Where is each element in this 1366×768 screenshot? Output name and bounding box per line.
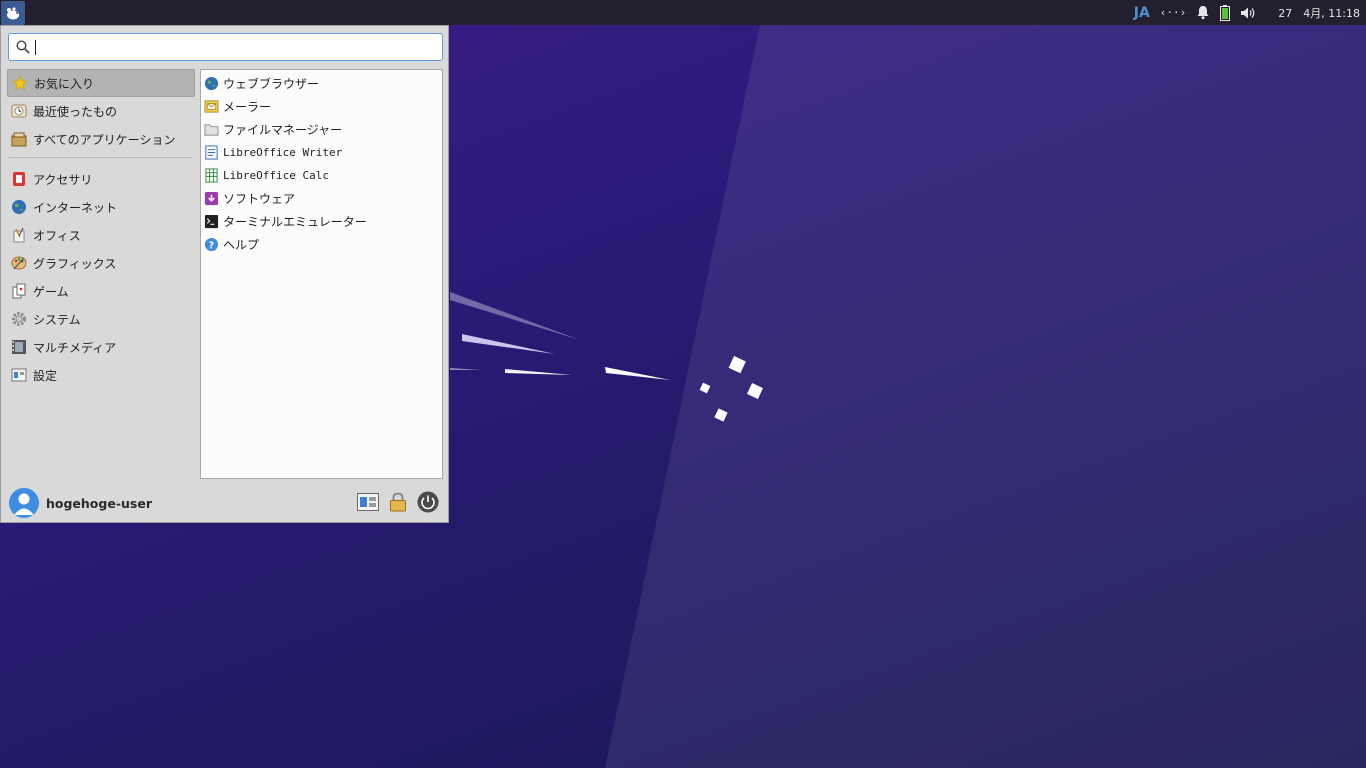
writer-document-icon bbox=[204, 145, 219, 160]
power-icon bbox=[417, 491, 439, 513]
favorites-star-icon bbox=[12, 75, 28, 91]
app-web-browser[interactable]: ウェブブラウザー bbox=[201, 72, 442, 95]
recent-clock-icon bbox=[11, 103, 27, 119]
username-label: hogehoge-user bbox=[46, 495, 152, 511]
app-label: LibreOffice Writer bbox=[223, 146, 343, 159]
category-label: システム bbox=[33, 312, 81, 327]
app-label: ソフトウェア bbox=[223, 192, 296, 206]
category-system[interactable]: システム bbox=[7, 305, 195, 333]
category-internet[interactable]: インターネット bbox=[7, 193, 195, 221]
settings-manager-icon bbox=[357, 493, 379, 511]
settings-icon bbox=[11, 367, 27, 383]
search-input[interactable] bbox=[36, 36, 442, 58]
language-label: JA bbox=[1133, 4, 1150, 21]
menu-footer: hogehoge-user bbox=[1, 484, 448, 522]
system-gear-icon bbox=[11, 311, 27, 327]
multimedia-icon bbox=[11, 339, 27, 355]
network-icon: ‹··› bbox=[1159, 6, 1187, 19]
graphics-palette-icon bbox=[11, 255, 27, 271]
category-label: マルチメディア bbox=[33, 340, 117, 355]
volume-control[interactable] bbox=[1240, 6, 1256, 20]
category-label: オフィス bbox=[33, 228, 81, 243]
calc-spreadsheet-icon bbox=[204, 168, 219, 183]
application-list: ウェブブラウザー メーラー ファイルマネージャー LibreOffice Wri… bbox=[200, 69, 443, 479]
category-favorites[interactable]: お気に入り bbox=[7, 69, 195, 97]
all-apps-icon bbox=[11, 131, 27, 147]
category-label: お気に入り bbox=[34, 76, 95, 91]
category-multimedia[interactable]: マルチメディア bbox=[7, 333, 195, 361]
app-label: ヘルプ bbox=[223, 238, 260, 252]
category-label: グラフィックス bbox=[33, 256, 117, 271]
network-indicator[interactable]: ‹··› bbox=[1160, 6, 1187, 19]
system-tray: JA ‹··› 27 4月, 11:18 bbox=[1124, 0, 1366, 25]
terminal-icon bbox=[204, 214, 219, 229]
mail-icon bbox=[204, 99, 219, 114]
category-label: すべてのアプリケーション bbox=[33, 132, 176, 147]
battery-indicator[interactable] bbox=[1220, 4, 1231, 21]
app-mailer[interactable]: メーラー bbox=[201, 95, 442, 118]
category-accessories[interactable]: アクセサリ bbox=[7, 165, 195, 193]
category-label: ゲーム bbox=[33, 284, 69, 299]
app-terminal-emulator[interactable]: ターミナルエミュレーター bbox=[201, 210, 442, 233]
app-libreoffice-writer[interactable]: LibreOffice Writer bbox=[201, 141, 442, 164]
svg-text:?: ? bbox=[209, 240, 214, 251]
app-label: ファイルマネージャー bbox=[223, 123, 343, 137]
clock-label: 27 4月, 11:18 bbox=[1278, 6, 1360, 20]
top-panel: JA ‹··› 27 4月, 11:18 bbox=[0, 0, 1366, 25]
volume-icon bbox=[1241, 7, 1255, 18]
internet-globe-icon bbox=[11, 199, 27, 215]
applications-menu-button[interactable] bbox=[1, 0, 25, 25]
app-help[interactable]: ? ヘルプ bbox=[201, 233, 442, 256]
category-separator bbox=[9, 157, 193, 158]
category-list: お気に入り 最近使ったもの すべてのアプリケーション アクセサリ インターネット… bbox=[7, 69, 195, 389]
category-recent[interactable]: 最近使ったもの bbox=[7, 97, 195, 125]
app-label: メーラー bbox=[223, 100, 272, 114]
help-icon: ? bbox=[204, 237, 219, 252]
lock-icon bbox=[390, 492, 406, 512]
search-box[interactable] bbox=[8, 33, 443, 61]
category-label: インターネット bbox=[33, 200, 118, 215]
category-settings[interactable]: 設定 bbox=[7, 361, 195, 389]
category-office[interactable]: オフィス bbox=[7, 221, 195, 249]
folder-icon bbox=[204, 122, 219, 137]
user-avatar[interactable] bbox=[9, 488, 39, 518]
lock-screen-button[interactable] bbox=[386, 490, 410, 514]
app-label: ターミナルエミュレーター bbox=[223, 215, 367, 229]
xfce-mouse-icon bbox=[7, 6, 19, 19]
input-method-indicator[interactable]: JA bbox=[1134, 5, 1150, 21]
settings-manager-button[interactable] bbox=[356, 490, 380, 514]
web-browser-icon bbox=[204, 76, 219, 91]
battery-icon bbox=[1220, 4, 1231, 21]
category-label: アクセサリ bbox=[33, 172, 93, 187]
notifications-button[interactable] bbox=[1196, 5, 1210, 20]
category-all-applications[interactable]: すべてのアプリケーション bbox=[7, 125, 195, 153]
search-icon bbox=[12, 40, 34, 54]
bell-icon bbox=[1197, 6, 1209, 20]
app-label: LibreOffice Calc bbox=[223, 169, 329, 182]
user-icon bbox=[14, 493, 34, 515]
log-out-button[interactable] bbox=[416, 490, 440, 514]
category-label: 設定 bbox=[33, 368, 58, 383]
category-graphics[interactable]: グラフィックス bbox=[7, 249, 195, 277]
office-icon bbox=[11, 227, 27, 243]
clock-widget[interactable]: 27 4月, 11:18 bbox=[1266, 5, 1360, 21]
app-libreoffice-calc[interactable]: LibreOffice Calc bbox=[201, 164, 442, 187]
accessories-icon bbox=[11, 171, 27, 187]
category-games[interactable]: ゲーム bbox=[7, 277, 195, 305]
app-software[interactable]: ソフトウェア bbox=[201, 187, 442, 210]
software-store-icon bbox=[204, 191, 219, 206]
games-icon bbox=[11, 283, 27, 299]
category-label: 最近使ったもの bbox=[33, 104, 118, 119]
app-file-manager[interactable]: ファイルマネージャー bbox=[201, 118, 442, 141]
app-label: ウェブブラウザー bbox=[223, 77, 320, 91]
whisker-menu: お気に入り 最近使ったもの すべてのアプリケーション アクセサリ インターネット… bbox=[0, 25, 449, 523]
session-actions bbox=[356, 490, 440, 514]
